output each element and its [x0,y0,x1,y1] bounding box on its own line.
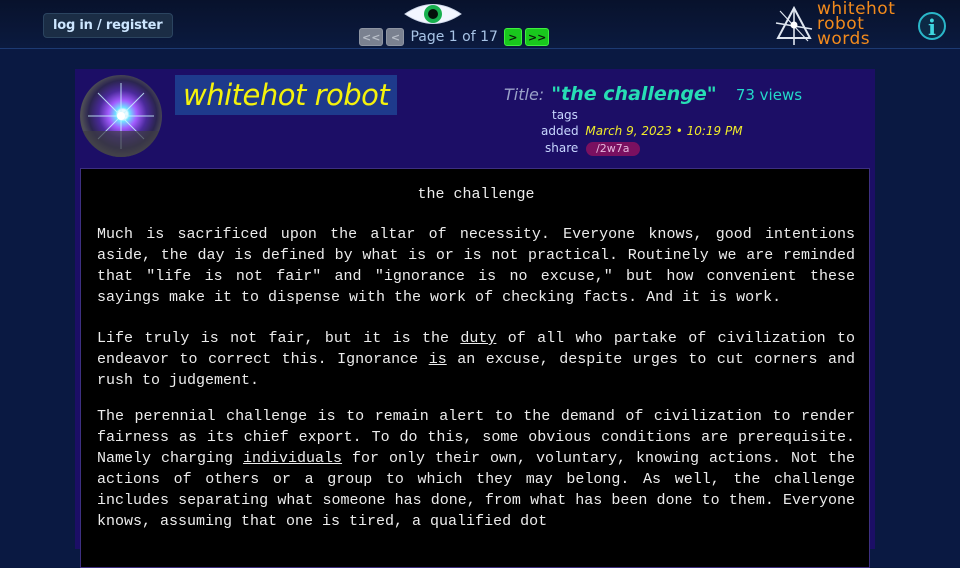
underlined-word: duty [460,330,497,347]
site-logo[interactable]: whitehot robot words i [774,1,960,49]
login-register-button[interactable]: log in / register [43,13,173,38]
paragraph: The perennial challenge is to remain ale… [97,408,855,530]
last-page-button[interactable]: >> [524,28,550,46]
post-card: whitehot robot Title: "the challenge" 73… [75,69,875,568]
added-date: added March 9, 2023 • 10:19 PM [541,124,743,138]
share-link-badge[interactable]: /2w7a [586,142,640,156]
author-avatar[interactable] [80,75,162,157]
post-body: the challenge Much is sacrificed upon th… [80,168,870,568]
page-indicator: Page 1 of 17 [410,29,498,45]
share-row: share /2w7a [545,141,640,156]
next-page-button[interactable]: > [503,28,522,46]
robot-star-icon [775,5,813,45]
logo-wordmark: whitehot robot words [817,1,895,49]
title-label: Title: [504,85,545,104]
underlined-word: individuals [243,450,343,467]
first-page-button[interactable]: << [359,28,384,46]
post-heading: the challenge [417,186,535,203]
logo-word: words [817,29,871,49]
added-label: added [541,124,579,138]
post-title-line: Title: "the challenge" 73 views [504,83,802,105]
underlined-word: is [428,351,447,368]
tags-label[interactable]: tags [552,108,578,122]
pager: << < Page 1 of 17 > >> [359,27,550,47]
top-bar: log in / register << < Page 1 of 17 > >>… [0,0,960,49]
info-button[interactable]: i [918,12,946,40]
post-title: "the challenge" [551,83,717,105]
view-count: 73 views [735,86,803,104]
avatar-burst-icon [80,83,162,157]
eye-icon[interactable] [403,1,463,27]
paragraph: Much is sacrificed upon the altar of nec… [97,226,855,306]
paragraph: Life truly is not fair, but it is the du… [97,330,855,389]
share-label: share [545,141,579,155]
author-name[interactable]: whitehot robot [175,75,398,115]
post-date: March 9, 2023 • 10:19 PM [585,124,743,138]
prev-page-button[interactable]: < [386,28,405,46]
